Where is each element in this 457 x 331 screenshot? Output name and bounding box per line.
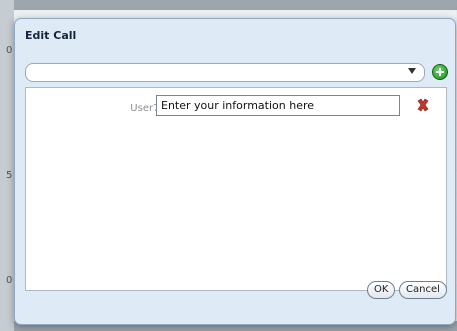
dialog-title: Edit Call: [25, 29, 77, 42]
add-icon[interactable]: [432, 64, 448, 80]
row-number: 0: [6, 275, 13, 286]
ok-button[interactable]: OK: [367, 281, 395, 299]
delete-icon[interactable]: [416, 98, 430, 112]
row-number: 0: [6, 45, 13, 56]
chevron-down-icon[interactable]: [408, 68, 416, 74]
user7-input[interactable]: [156, 95, 400, 116]
row-number: 5: [6, 170, 13, 181]
user7-label: User7 :: [130, 103, 166, 114]
cancel-button[interactable]: Cancel: [399, 281, 447, 299]
call-select-combo[interactable]: [25, 63, 425, 82]
background-header-strip: [0, 0, 457, 10]
background-row-numbers: 0 5 0: [0, 0, 14, 331]
fields-panel: User7 :: [25, 87, 447, 291]
edit-call-dialog: Edit Call User7 : OK Cancel: [14, 18, 456, 325]
